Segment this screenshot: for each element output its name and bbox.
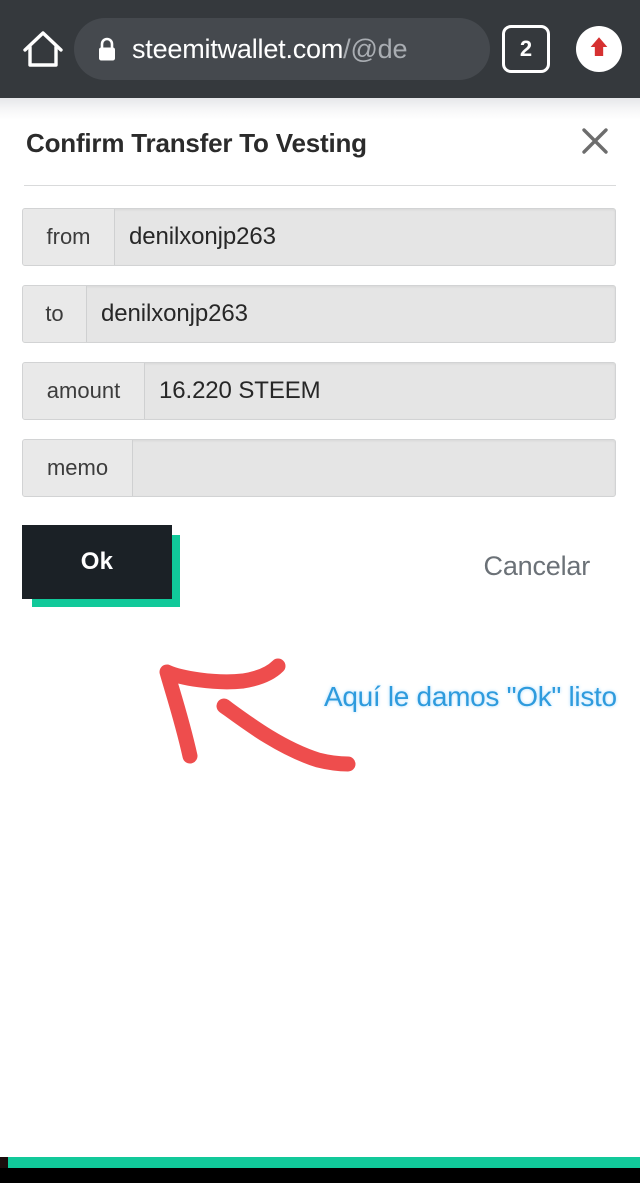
browser-toolbar: steemitwallet.com/@de 2	[0, 0, 640, 98]
field-row-memo[interactable]: memo	[22, 439, 616, 498]
address-bar[interactable]: steemitwallet.com/@de	[74, 18, 490, 80]
field-label-amount: amount	[23, 363, 145, 420]
field-value-amount: 16.220 STEEM	[159, 377, 321, 405]
ok-button[interactable]: Ok	[22, 525, 172, 600]
cancel-button[interactable]: Cancelar	[484, 551, 591, 582]
bottom-accent-bar	[8, 1157, 640, 1168]
home-icon[interactable]	[20, 26, 66, 72]
field-value-memo	[133, 440, 615, 496]
tab-counter-button[interactable]: 2	[502, 25, 550, 73]
page-title: Confirm Transfer To Vesting	[26, 128, 367, 158]
field-value-to: denilxonjp263	[101, 300, 248, 328]
url-path: /@de	[343, 33, 408, 64]
url-text: steemitwallet.com/@de	[132, 34, 407, 65]
transfer-fields: from denilxonjp263 to denilxonjp263 amou…	[0, 186, 640, 498]
upload-arrow-icon	[583, 31, 615, 68]
field-label-from: from	[23, 209, 115, 266]
field-value-from: denilxonjp263	[129, 223, 276, 251]
url-host: steemitwallet.com	[132, 33, 344, 64]
field-label-to: to	[23, 286, 87, 343]
field-row-from[interactable]: from denilxonjp263	[22, 208, 616, 267]
field-label-memo: memo	[23, 440, 133, 497]
annotation-text: Aquí le damos "Ok" listo	[324, 681, 617, 712]
navigation-bar	[0, 1168, 640, 1183]
tab-count-label: 2	[519, 36, 533, 61]
dialog-header: Confirm Transfer To Vesting	[0, 98, 640, 159]
field-row-amount[interactable]: amount 16.220 STEEM	[22, 362, 616, 421]
bottom-left-nub	[0, 1157, 8, 1168]
ok-button-wrapper: Ok	[22, 525, 180, 608]
close-icon[interactable]	[578, 124, 612, 158]
confirm-transfer-dialog: Confirm Transfer To Vesting from denilxo…	[0, 98, 640, 611]
dialog-actions: Ok Cancelar	[0, 521, 640, 611]
field-row-to[interactable]: to denilxonjp263	[22, 285, 616, 344]
upload-arrow-button[interactable]	[576, 26, 622, 72]
lock-icon	[96, 36, 118, 62]
